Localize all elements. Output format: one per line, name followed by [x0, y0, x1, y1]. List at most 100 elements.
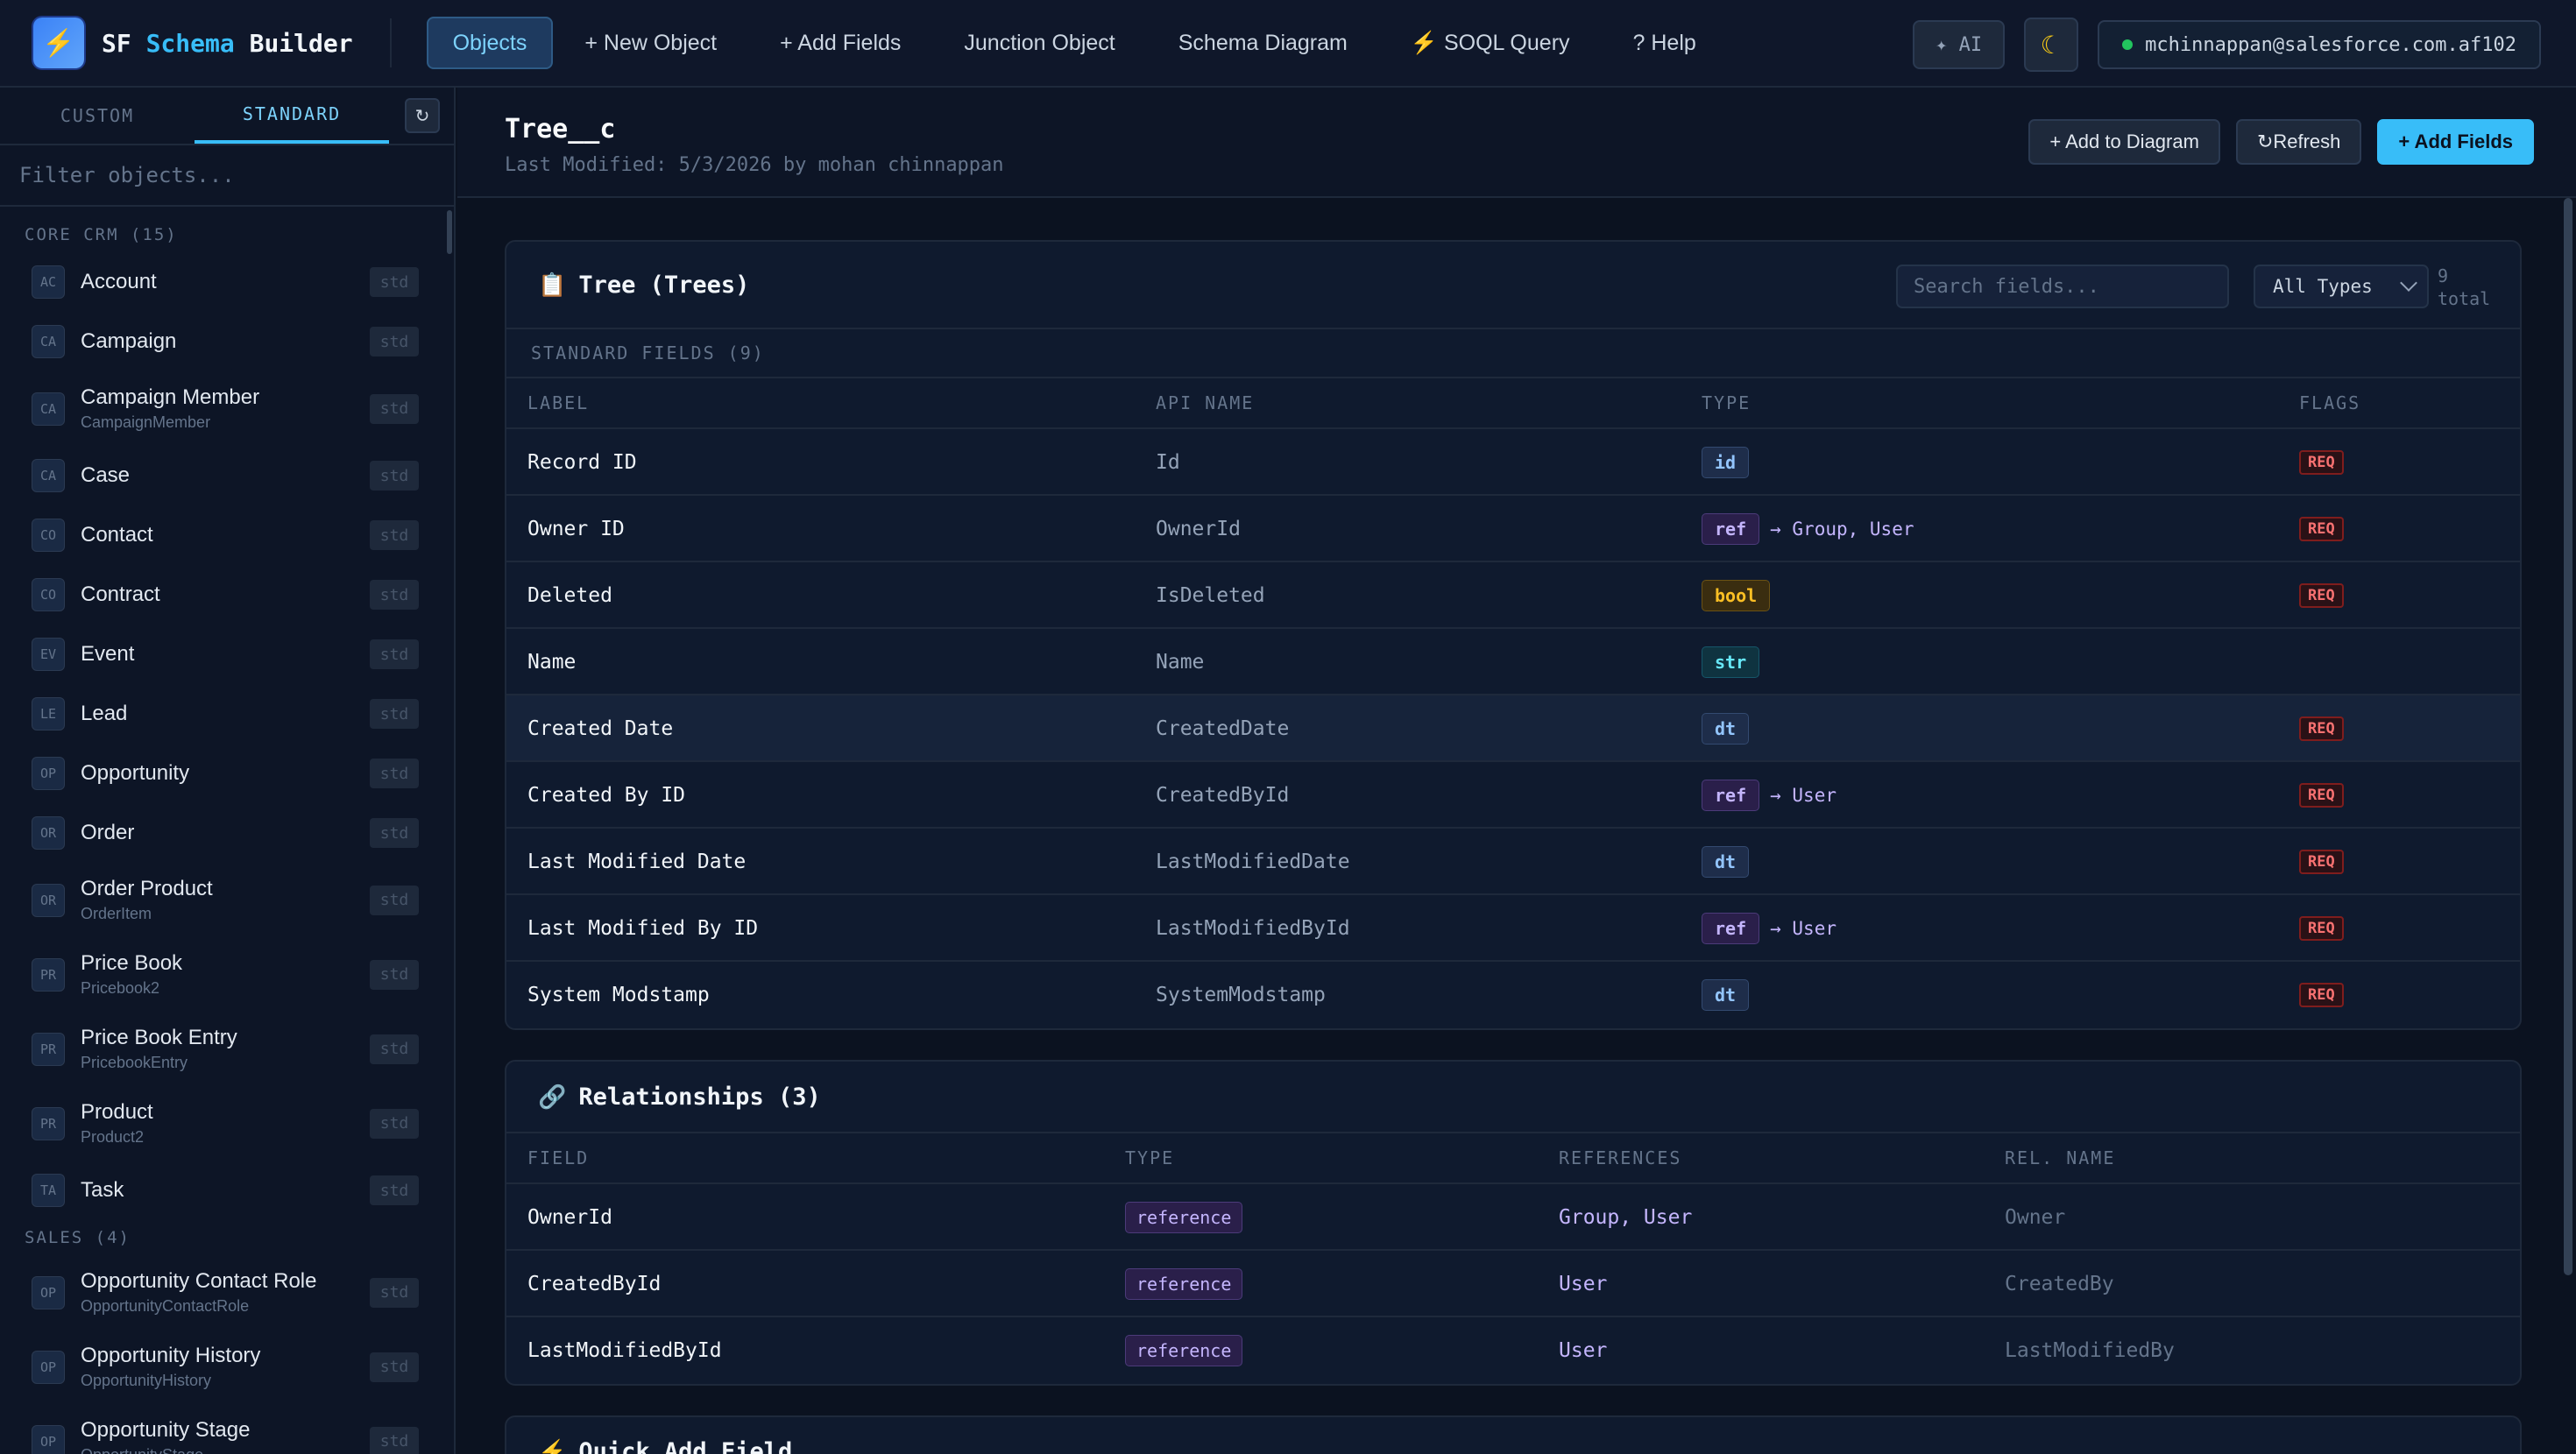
nav-objects[interactable]: Objects — [426, 17, 554, 69]
field-type: id — [1702, 429, 1750, 496]
object-api-name: OrderItem — [81, 905, 152, 922]
field-row[interactable]: Name Name str — [506, 629, 2520, 695]
sidebar-scrollbar[interactable] — [447, 210, 452, 254]
field-row[interactable]: Record ID Id id REQ — [506, 429, 2520, 496]
filter-objects-input[interactable] — [19, 163, 422, 187]
main-panel: Tree__c Last Modified: 5/3/2026 by mohan… — [457, 88, 2576, 1454]
col-flags: FLAGS — [2299, 392, 2361, 413]
relationship-row[interactable]: CreatedById reference User CreatedBy — [506, 1251, 2520, 1317]
sidebar-object-item[interactable]: PR Price Book Entry PricebookEntry std — [0, 1012, 454, 1086]
sidebar-object-item[interactable]: CO Contract std — [0, 565, 454, 625]
sidebar-object-item[interactable]: OP Opportunity Stage OpportunityStage std — [0, 1404, 454, 1454]
ai-button[interactable]: ✦ AI — [1913, 20, 2006, 69]
refresh-objects-button[interactable]: ↻ — [405, 98, 440, 133]
relationship-row[interactable]: LastModifiedById reference User LastModifie… — [506, 1317, 2520, 1384]
add-fields-button[interactable]: + Add Fields — [2377, 119, 2534, 165]
field-row[interactable]: Created Date CreatedDate dt REQ — [506, 695, 2520, 762]
brand-prefix: SF — [102, 28, 146, 58]
col-field: FIELD — [527, 1147, 590, 1168]
std-badge: std — [370, 818, 419, 848]
field-flags: REQ — [2299, 962, 2344, 1028]
relationship-type: reference — [1125, 1184, 1243, 1251]
refresh-button[interactable]: ↻Refresh — [2235, 119, 2362, 165]
sidebar-object-item[interactable]: AC Account std — [0, 252, 454, 312]
nav-schema-diagram[interactable]: Schema Diagram — [1147, 17, 1379, 69]
tab-standard[interactable]: STANDARD — [195, 88, 389, 144]
object-badge: AC — [32, 265, 65, 299]
sidebar-object-item[interactable]: CA Campaign std — [0, 312, 454, 371]
required-badge: REQ — [2299, 716, 2344, 741]
tab-custom[interactable]: CUSTOM — [0, 88, 195, 144]
std-badge: std — [370, 959, 419, 990]
main-scrollbar[interactable] — [2564, 198, 2572, 1275]
search-fields-input[interactable] — [1896, 265, 2229, 308]
object-badge: CO — [32, 578, 65, 611]
sidebar-object-item[interactable]: PR Product Product2 std — [0, 1086, 454, 1161]
theme-toggle-button[interactable]: ☾ — [2024, 18, 2079, 72]
field-type: str — [1702, 629, 1760, 695]
std-badge: std — [370, 461, 419, 491]
sidebar-tabs: CUSTOM STANDARD ↻ — [0, 88, 454, 145]
sidebar-object-item[interactable]: EV Event std — [0, 625, 454, 684]
field-row[interactable]: Created By ID CreatedById ref → User REQ — [506, 762, 2520, 829]
object-badge: CO — [32, 519, 65, 552]
lightning-logo-icon[interactable]: ⚡ — [33, 18, 84, 68]
object-name: Product — [81, 1100, 153, 1124]
sidebar-object-item[interactable]: OP Opportunity History OpportunityHistory s… — [0, 1330, 454, 1404]
org-user-pill[interactable]: mchinnappan@salesforce.com.af102 — [2098, 20, 2541, 69]
nav-junction-object[interactable]: Junction Object — [932, 17, 1146, 69]
field-row[interactable]: System Modstamp SystemModstamp dt REQ — [506, 962, 2520, 1028]
field-label: Record ID — [527, 451, 637, 474]
field-row[interactable]: Last Modified By ID LastModifiedById ref → … — [506, 895, 2520, 962]
sidebar-object-item[interactable]: OR Order Product OrderItem std — [0, 863, 454, 937]
object-badge: OP — [32, 1350, 65, 1384]
sidebar-object-item[interactable]: OP Opportunity std — [0, 744, 454, 803]
relationship-references: Group, User — [1559, 1206, 1693, 1229]
std-badge: std — [370, 327, 419, 356]
object-name: Campaign — [81, 329, 177, 353]
nav-help[interactable]: ? Help — [1602, 17, 1728, 69]
object-badge: LE — [32, 697, 65, 731]
field-api-name: CreatedDate — [1156, 717, 1290, 740]
std-badge: std — [370, 1352, 419, 1382]
object-text: Price Book Pricebook2 — [81, 951, 182, 998]
nav-new-object[interactable]: + New Object — [553, 17, 748, 69]
std-badge: std — [370, 759, 419, 788]
nav-add-fields[interactable]: + Add Fields — [748, 17, 932, 69]
object-badge: CA — [32, 392, 65, 426]
field-type-chip: dt — [1702, 846, 1750, 878]
type-filter-select[interactable]: All Types — [2254, 265, 2429, 308]
col-references: REFERENCES — [1559, 1147, 1682, 1168]
sidebar-object-item[interactable]: OR Order std — [0, 803, 454, 863]
object-badge: CA — [32, 459, 65, 492]
sidebar-object-item[interactable]: PR Price Book Pricebook2 std — [0, 937, 454, 1012]
add-to-diagram-button[interactable]: + Add to Diagram — [2028, 119, 2220, 165]
sidebar-object-item[interactable]: CA Case std — [0, 446, 454, 505]
relationships-table-body: OwnerId reference Group, User Owner CreatedB… — [506, 1184, 2520, 1384]
field-row[interactable]: Owner ID OwnerId ref → Group, User REQ — [506, 496, 2520, 562]
field-type-chip: ref — [1702, 913, 1760, 944]
object-badge: OR — [32, 883, 65, 917]
sidebar-object-item[interactable]: OP Opportunity Contact Role OpportunityCon… — [0, 1255, 454, 1330]
nav-soql-query[interactable]: ⚡ SOQL Query — [1379, 17, 1602, 69]
sidebar-object-item[interactable]: CO Contact std — [0, 505, 454, 565]
field-row[interactable]: Deleted IsDeleted bool REQ — [506, 562, 2520, 629]
sidebar-object-item[interactable]: CA Campaign Member CampaignMember std — [0, 371, 454, 446]
field-row[interactable]: Last Modified Date LastModifiedDate dt REQ — [506, 829, 2520, 895]
relationship-name: LastModifiedBy — [2005, 1339, 2175, 1362]
relationship-row[interactable]: OwnerId reference Group, User Owner — [506, 1184, 2520, 1251]
fields-card-header: 📋 Tree (Trees) All Types 9 total — [506, 242, 2520, 329]
object-name: Contact — [81, 523, 153, 547]
quick-add-card-header[interactable]: ⚡ Quick Add Field — [506, 1417, 2520, 1454]
relationship-field: LastModifiedById — [527, 1339, 722, 1362]
std-badge: std — [370, 393, 419, 424]
relationship-references: User — [1559, 1273, 1608, 1295]
relationship-type: reference — [1125, 1317, 1243, 1384]
field-type-chip: id — [1702, 447, 1750, 478]
sidebar-object-item[interactable]: TA Task std — [0, 1161, 454, 1220]
field-type-chip: dt — [1702, 979, 1750, 1011]
relationships-card: 🔗 Relationships (3) FIELD TYPE REFERENCE… — [505, 1060, 2522, 1386]
field-flags: REQ — [2299, 829, 2344, 895]
sidebar-object-item[interactable]: LE Lead std — [0, 684, 454, 744]
object-badge: TA — [32, 1174, 65, 1207]
